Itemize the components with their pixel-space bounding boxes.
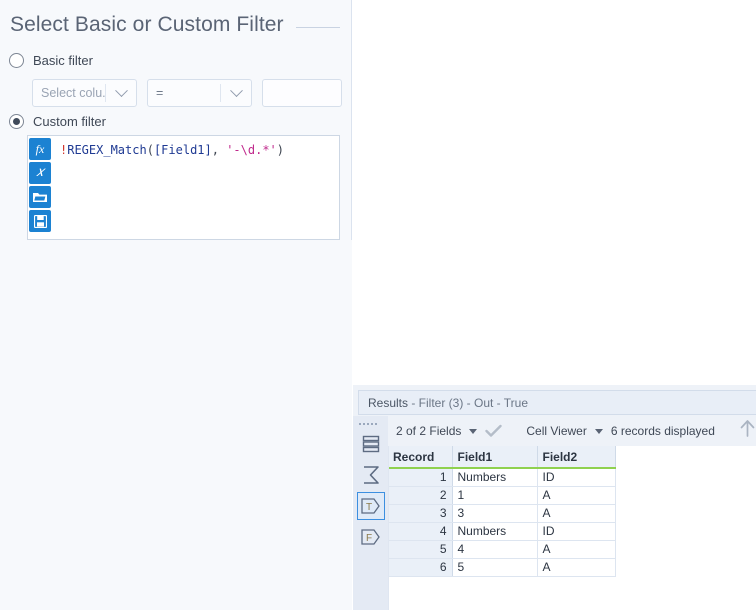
column-header-field1[interactable]: Field1 bbox=[452, 446, 537, 468]
cell-field1[interactable]: 1 bbox=[452, 486, 537, 504]
cell-field2[interactable]: A bbox=[537, 558, 615, 576]
column-header-field2[interactable]: Field2 bbox=[537, 446, 615, 468]
cell-viewer-label[interactable]: Cell Viewer bbox=[526, 424, 586, 438]
cell-record: 4 bbox=[388, 522, 452, 540]
cell-field1[interactable]: 3 bbox=[452, 504, 537, 522]
open-folder-icon[interactable] bbox=[29, 186, 51, 208]
expression-text: !REGEX_Match([Field1], '-\d.*') bbox=[60, 142, 335, 158]
table-row[interactable]: 6 5 A bbox=[388, 558, 615, 576]
fields-dropdown-caret-icon[interactable] bbox=[469, 429, 477, 434]
panel-empty-space bbox=[0, 240, 352, 610]
results-panel: Results - Filter (3) - Out - True bbox=[353, 385, 756, 610]
sigma-messages-icon[interactable] bbox=[357, 461, 385, 489]
alteryx-designer-window: Select Basic or Custom Filter Basic filt… bbox=[0, 0, 756, 610]
table-row[interactable]: 5 4 A bbox=[388, 540, 615, 558]
expr-token-open-paren: ( bbox=[147, 143, 154, 157]
custom-filter-radio[interactable] bbox=[9, 114, 24, 129]
results-titlebar[interactable]: Results - Filter (3) - Out - True bbox=[358, 390, 756, 415]
results-sidebar: T F bbox=[353, 416, 388, 610]
table-row[interactable]: 4 Numbers ID bbox=[388, 522, 615, 540]
table-row[interactable]: 3 3 A bbox=[388, 504, 615, 522]
page-title: Select Basic or Custom Filter bbox=[10, 13, 284, 37]
results-title: Results - Filter (3) - Out - True bbox=[368, 396, 528, 410]
svg-text:F: F bbox=[366, 533, 372, 544]
workflow-canvas[interactable]: T F !REGEX_Match ([Field1], '-\d.*') bbox=[353, 0, 756, 385]
table-row[interactable]: 1 Numbers ID bbox=[388, 468, 615, 486]
save-disk-icon[interactable] bbox=[29, 210, 51, 232]
cell-viewer-dropdown-caret-icon[interactable] bbox=[595, 429, 603, 434]
checkmark-icon[interactable] bbox=[485, 424, 502, 438]
fields-count-label[interactable]: 2 of 2 Fields bbox=[396, 424, 461, 438]
basic-filter-label: Basic filter bbox=[33, 53, 93, 68]
cell-record: 3 bbox=[388, 504, 452, 522]
arrow-up-icon[interactable] bbox=[739, 419, 756, 443]
variable-x-icon[interactable]: 𝑥 bbox=[29, 162, 51, 184]
expr-token-string: '-\d.*' bbox=[226, 143, 277, 157]
cell-field2[interactable]: ID bbox=[537, 522, 615, 540]
results-table: Record Field1 Field2 1 Numbers ID 2 1 A bbox=[388, 446, 616, 577]
expression-toolbar: fx 𝑥 bbox=[28, 136, 53, 239]
grid-view-icon[interactable] bbox=[357, 430, 385, 458]
operator-value: = bbox=[148, 86, 220, 100]
cell-record: 2 bbox=[388, 486, 452, 504]
cell-field1[interactable]: Numbers bbox=[452, 522, 537, 540]
results-title-detail: - Filter (3) - Out - True bbox=[408, 396, 528, 410]
sidebar-grip-handle[interactable] bbox=[359, 420, 381, 428]
expr-token-function: REGEX_Match bbox=[67, 143, 146, 157]
expr-token-field: [Field1] bbox=[154, 143, 212, 157]
grid-left-rail bbox=[388, 446, 389, 610]
filter-configuration-panel: Select Basic or Custom Filter Basic filt… bbox=[0, 0, 352, 610]
expr-token-close-paren: ) bbox=[277, 143, 284, 157]
table-header-row: Record Field1 Field2 bbox=[388, 446, 615, 468]
chevron-down-icon[interactable] bbox=[106, 89, 136, 98]
cell-field1[interactable]: 5 bbox=[452, 558, 537, 576]
operator-dropdown[interactable]: = bbox=[147, 79, 252, 107]
chevron-down-icon[interactable] bbox=[221, 89, 251, 98]
cell-record: 5 bbox=[388, 540, 452, 558]
fx-icon[interactable]: fx bbox=[29, 138, 51, 160]
cell-field2[interactable]: ID bbox=[537, 468, 615, 486]
basic-filter-controls: Select colu... = bbox=[32, 79, 342, 107]
results-title-prefix: Results bbox=[368, 396, 408, 410]
false-output-icon[interactable]: F bbox=[357, 523, 385, 551]
basic-filter-radio-row[interactable]: Basic filter bbox=[9, 53, 93, 68]
basic-filter-radio[interactable] bbox=[9, 53, 24, 68]
results-data-grid[interactable]: Record Field1 Field2 1 Numbers ID 2 1 A bbox=[388, 446, 756, 610]
filter-value-input[interactable] bbox=[262, 79, 342, 107]
custom-filter-radio-row[interactable]: Custom filter bbox=[9, 114, 106, 129]
custom-filter-expression-editor[interactable]: fx 𝑥 bbox=[27, 135, 340, 240]
cell-record: 1 bbox=[388, 468, 452, 486]
records-displayed-label: 6 records displayed bbox=[611, 424, 715, 438]
expr-token-comma: , bbox=[212, 143, 226, 157]
custom-filter-label: Custom filter bbox=[33, 114, 106, 129]
svg-text:T: T bbox=[366, 502, 372, 513]
true-output-icon[interactable]: T bbox=[357, 492, 385, 520]
cell-record: 6 bbox=[388, 558, 452, 576]
cell-field2[interactable]: A bbox=[537, 540, 615, 558]
cell-field1[interactable]: 4 bbox=[452, 540, 537, 558]
select-column-value: Select colu... bbox=[33, 86, 105, 100]
cell-field2[interactable]: A bbox=[537, 486, 615, 504]
table-row[interactable]: 2 1 A bbox=[388, 486, 615, 504]
panel-title-row: Select Basic or Custom Filter bbox=[10, 8, 340, 42]
cell-field2[interactable]: A bbox=[537, 504, 615, 522]
cell-field1[interactable]: Numbers bbox=[452, 468, 537, 486]
column-header-record[interactable]: Record bbox=[388, 446, 452, 468]
select-column-dropdown[interactable]: Select colu... bbox=[32, 79, 137, 107]
title-divider bbox=[296, 27, 340, 28]
results-toolbar: 2 of 2 Fields Cell Viewer 6 records disp… bbox=[388, 416, 756, 446]
